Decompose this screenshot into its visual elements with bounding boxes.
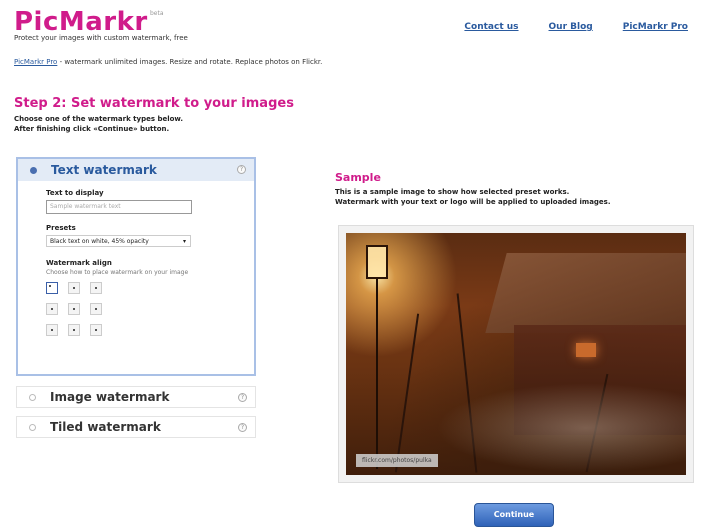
logo-beta: beta [150,10,164,17]
image-watermark-radio[interactable] [29,393,36,401]
align-middle-left[interactable] [46,303,58,315]
help-icon[interactable]: ? [238,393,247,402]
sample-desc-line2: Watermark with your text or logo will be… [335,198,611,206]
align-top-left[interactable] [46,282,58,294]
text-watermark-title: Text watermark [51,163,157,177]
watermark-preview-label: flickr.com/photos/pulka [356,454,438,467]
promo-text: - watermark unlimited images. Resize and… [57,58,323,66]
sample-image: flickr.com/photos/pulka [346,233,686,475]
lamp-pole [376,279,378,469]
text-watermark-body: Text to display Sample watermark text Pr… [18,181,254,336]
tiled-watermark-header[interactable]: Tiled watermark ? [16,416,256,438]
logo[interactable]: PicMarkr beta Protect your images with c… [14,8,188,42]
step-instructions: Choose one of the watermark types below.… [14,114,183,134]
text-watermark-header[interactable]: Text watermark ? [18,159,254,181]
image-watermark-panel: Image watermark ? [16,386,256,408]
sample-desc-line1: This is a sample image to show how selec… [335,188,570,196]
align-grid [46,282,254,336]
tiled-watermark-title: Tiled watermark [50,420,161,434]
tiled-watermark-panel: Tiled watermark ? [16,416,256,438]
presets-select[interactable]: Black text on white, 45% opacity ▾ [46,235,191,247]
step-note-line1: Choose one of the watermark types below. [14,115,184,123]
dropdown-arrow-icon: ▾ [182,238,186,245]
align-bottom-center[interactable] [68,324,80,336]
promo-link[interactable]: PicMarkr Pro [14,58,57,66]
image-watermark-header[interactable]: Image watermark ? [16,386,256,408]
house-window [576,343,596,357]
nav-our-blog[interactable]: Our Blog [549,22,593,32]
text-watermark-panel: Text watermark ? Text to display Sample … [16,157,256,376]
align-bottom-right[interactable] [90,324,102,336]
align-middle-center[interactable] [68,303,80,315]
step-title: Step 2: Set watermark to your images [14,96,294,111]
presets-selected-value: Black text on white, 45% opacity [50,238,149,245]
nav-picmarkr-pro[interactable]: PicMarkr Pro [623,22,688,32]
watermark-text-input[interactable]: Sample watermark text [46,200,192,214]
align-top-right[interactable] [90,282,102,294]
logo-tagline: Protect your images with custom watermar… [14,34,188,42]
watermark-align-label: Watermark align [46,259,112,267]
tiled-watermark-radio[interactable] [29,423,36,431]
sample-title: Sample [335,171,381,184]
house-roof [485,253,686,333]
watermark-align-hint: Choose how to place watermark on your im… [46,269,189,276]
nav-contact-us[interactable]: Contact us [464,22,518,32]
presets-label: Presets [46,224,76,232]
help-icon[interactable]: ? [238,423,247,432]
align-top-center[interactable] [68,282,80,294]
continue-button[interactable]: Continue [474,503,554,527]
sample-image-frame: flickr.com/photos/pulka [338,225,694,483]
top-nav: Contact us Our Blog PicMarkr Pro [464,22,688,32]
snowy-branches [436,383,686,473]
image-watermark-title: Image watermark [50,390,170,404]
align-middle-right[interactable] [90,303,102,315]
tree-branch [394,313,420,473]
text-to-display-label: Text to display [46,189,104,197]
help-icon[interactable]: ? [237,165,246,174]
street-lamp [366,245,388,279]
sample-description: This is a sample image to show how selec… [335,187,611,207]
promo-line: PicMarkr Pro - watermark unlimited image… [14,58,322,66]
step-note-line2: After finishing click «Continue» button. [14,125,170,133]
align-bottom-left[interactable] [46,324,58,336]
text-watermark-radio[interactable] [30,166,37,174]
